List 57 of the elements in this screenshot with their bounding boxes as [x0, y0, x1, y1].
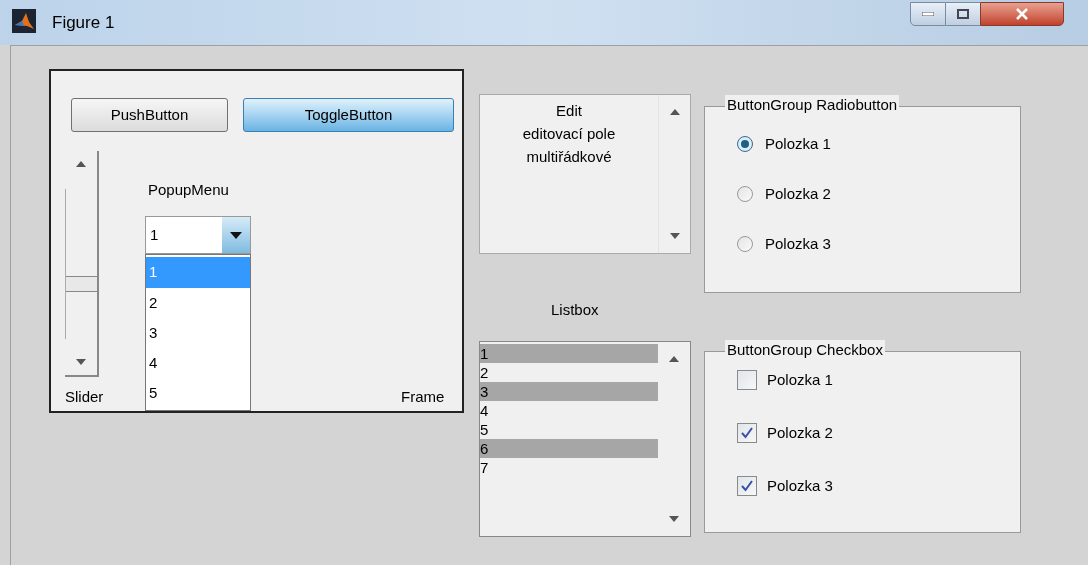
dropdown-button[interactable] [222, 217, 250, 253]
edit-text-line: multiřádkové [526, 147, 612, 167]
maximize-icon [957, 9, 969, 19]
popup-menu-value: 1 [149, 224, 160, 245]
checkmark-icon [741, 480, 753, 492]
up-arrow-icon [669, 109, 680, 115]
popup-menu[interactable]: 1 [145, 216, 251, 254]
maximize-button[interactable] [946, 2, 980, 26]
radio-button[interactable] [737, 236, 753, 252]
slider-label: Slider [65, 387, 104, 407]
app-logo-icon [12, 9, 36, 33]
listbox-item[interactable]: 1 [480, 344, 658, 363]
minimize-button[interactable] [910, 2, 946, 26]
checkbox-label: Polozka 3 [767, 475, 833, 496]
dropdown-option[interactable]: 2 [146, 288, 250, 318]
down-arrow-icon [76, 359, 86, 365]
listbox-item[interactable]: 5 [480, 420, 658, 439]
down-arrow-icon [669, 516, 679, 522]
checkbox[interactable] [737, 423, 757, 443]
radio-label: Polozka 1 [765, 133, 831, 154]
dropdown-option[interactable]: 3 [146, 318, 250, 348]
radio-button[interactable] [737, 186, 753, 202]
dropdown-option[interactable]: 5 [146, 378, 250, 408]
listbox-item[interactable]: 4 [480, 401, 658, 420]
vertical-slider[interactable] [65, 151, 99, 377]
checkbox-label: Polozka 2 [767, 422, 833, 443]
checkmark-icon [741, 427, 753, 439]
listbox-item[interactable]: 2 [480, 363, 658, 382]
radio-label: Polozka 2 [765, 183, 831, 204]
slider-thumb[interactable] [66, 276, 97, 293]
frame-label: Frame [401, 387, 445, 407]
edit-text-line: Edit [556, 101, 582, 121]
close-icon [1015, 8, 1029, 20]
close-button[interactable] [980, 2, 1064, 26]
radio-button[interactable] [737, 136, 753, 152]
edit-text-line: editovací pole [522, 124, 616, 144]
minimize-icon [922, 12, 934, 16]
listbox-label: Listbox [551, 300, 599, 320]
radio-label: Polozka 3 [765, 233, 831, 254]
popup-menu-label: PopupMenu [148, 180, 229, 200]
push-button[interactable]: PushButton [71, 98, 228, 132]
listbox-item[interactable]: 6 [480, 439, 658, 458]
checkbox-label: Polozka 1 [767, 369, 833, 390]
dropdown-option[interactable]: 4 [146, 348, 250, 378]
checkbox[interactable] [737, 370, 757, 390]
listbox-item[interactable]: 7 [480, 458, 658, 477]
up-arrow-icon [76, 161, 86, 167]
up-arrow-icon [669, 356, 679, 362]
window-title: Figure 1 [52, 12, 115, 34]
toggle-button[interactable]: ToggleButton [243, 98, 454, 132]
checkbox[interactable] [737, 476, 757, 496]
down-arrow-icon [669, 233, 680, 239]
listbox-item[interactable]: 3 [480, 382, 658, 401]
group-title: ButtonGroup Radiobutton [725, 95, 900, 115]
edit-field[interactable]: Edit editovací pole multiřádkové [479, 94, 691, 254]
caret-icon [230, 231, 242, 239]
group-title: ButtonGroup Checkbox [725, 340, 885, 360]
